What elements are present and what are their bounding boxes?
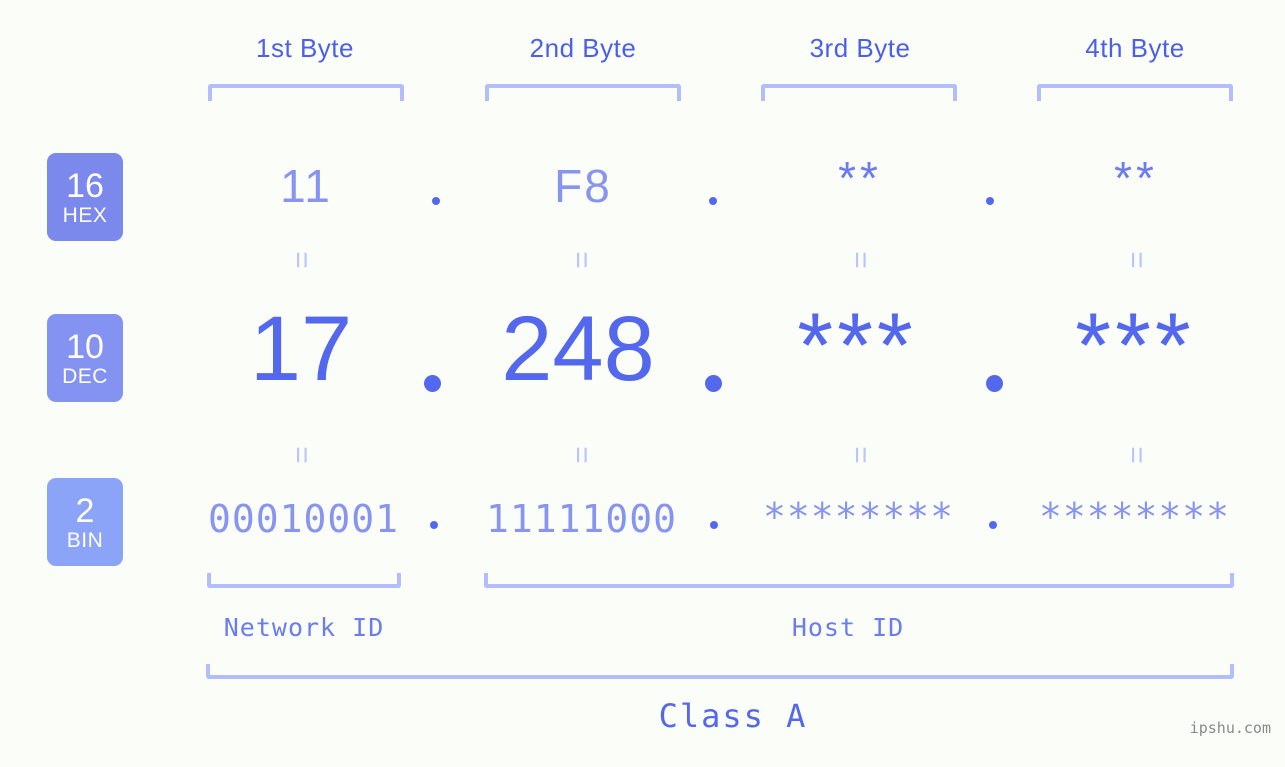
- bin-byte-2: 11111000: [485, 497, 678, 541]
- hex-byte-2: F8: [554, 160, 612, 212]
- ip-address-breakdown-diagram: 1st Byte 2nd Byte 3rd Byte 4th Byte 16 H…: [0, 0, 1285, 767]
- byte-header-1: 1st Byte: [256, 33, 354, 63]
- dec-dot-1: [424, 375, 441, 392]
- dec-byte-4: ***: [1075, 295, 1195, 397]
- base-badge-dec-number: 10: [66, 327, 104, 366]
- hex-byte-4: **: [1114, 152, 1158, 204]
- byte-bracket-1: [208, 84, 404, 101]
- dec-dot-3: [986, 375, 1003, 392]
- byte-bracket-4: [1037, 84, 1233, 101]
- hex-byte-1: 11: [280, 160, 332, 212]
- base-badge-bin-number: 2: [75, 491, 95, 530]
- class-bracket: [206, 664, 1234, 679]
- equals-sign-dec-bin-2: =: [565, 446, 598, 464]
- hex-byte-3: **: [838, 152, 882, 204]
- equals-sign-hex-dec-1: =: [285, 251, 318, 269]
- bin-byte-1: 00010001: [207, 497, 400, 541]
- host-id-bracket: [484, 573, 1234, 588]
- base-badge-dec[interactable]: 10 DEC: [47, 314, 123, 402]
- byte-bracket-3: [761, 84, 957, 101]
- host-id-label: Host ID: [791, 613, 905, 642]
- equals-sign-dec-bin-1: =: [285, 446, 318, 464]
- bin-byte-3: ********: [762, 495, 955, 539]
- bin-dot-3: [989, 521, 997, 529]
- base-badge-dec-name: DEC: [62, 364, 108, 388]
- byte-bracket-2: [485, 84, 681, 101]
- equals-sign-dec-bin-4: =: [1120, 446, 1153, 464]
- bin-byte-4: ********: [1038, 495, 1231, 539]
- equals-sign-hex-dec-2: =: [565, 251, 598, 269]
- network-id-bracket: [207, 573, 401, 588]
- base-badge-bin[interactable]: 2 BIN: [47, 478, 123, 566]
- base-badge-hex-name: HEX: [62, 203, 108, 227]
- hex-dot-2: [709, 197, 717, 205]
- dec-byte-3: ***: [797, 295, 917, 397]
- byte-header-4: 4th Byte: [1085, 33, 1185, 63]
- equals-sign-hex-dec-4: =: [1120, 251, 1153, 269]
- class-label: Class A: [658, 697, 808, 735]
- byte-header-2: 2nd Byte: [529, 33, 637, 63]
- byte-header-3: 3rd Byte: [809, 33, 911, 63]
- bin-dot-2: [710, 521, 718, 529]
- network-id-label: Network ID: [223, 613, 385, 642]
- site-watermark: ipshu.com: [1189, 719, 1271, 737]
- base-badge-hex-number: 16: [66, 166, 104, 205]
- dec-byte-1: 17: [249, 298, 353, 400]
- base-badge-hex[interactable]: 16 HEX: [47, 153, 123, 241]
- hex-dot-1: [432, 197, 440, 205]
- equals-sign-hex-dec-3: =: [844, 251, 877, 269]
- bin-dot-1: [430, 521, 438, 529]
- hex-dot-3: [986, 197, 994, 205]
- dec-byte-2: 248: [501, 298, 655, 400]
- equals-sign-dec-bin-3: =: [844, 446, 877, 464]
- dec-dot-2: [705, 375, 722, 392]
- base-badge-bin-name: BIN: [66, 528, 104, 552]
